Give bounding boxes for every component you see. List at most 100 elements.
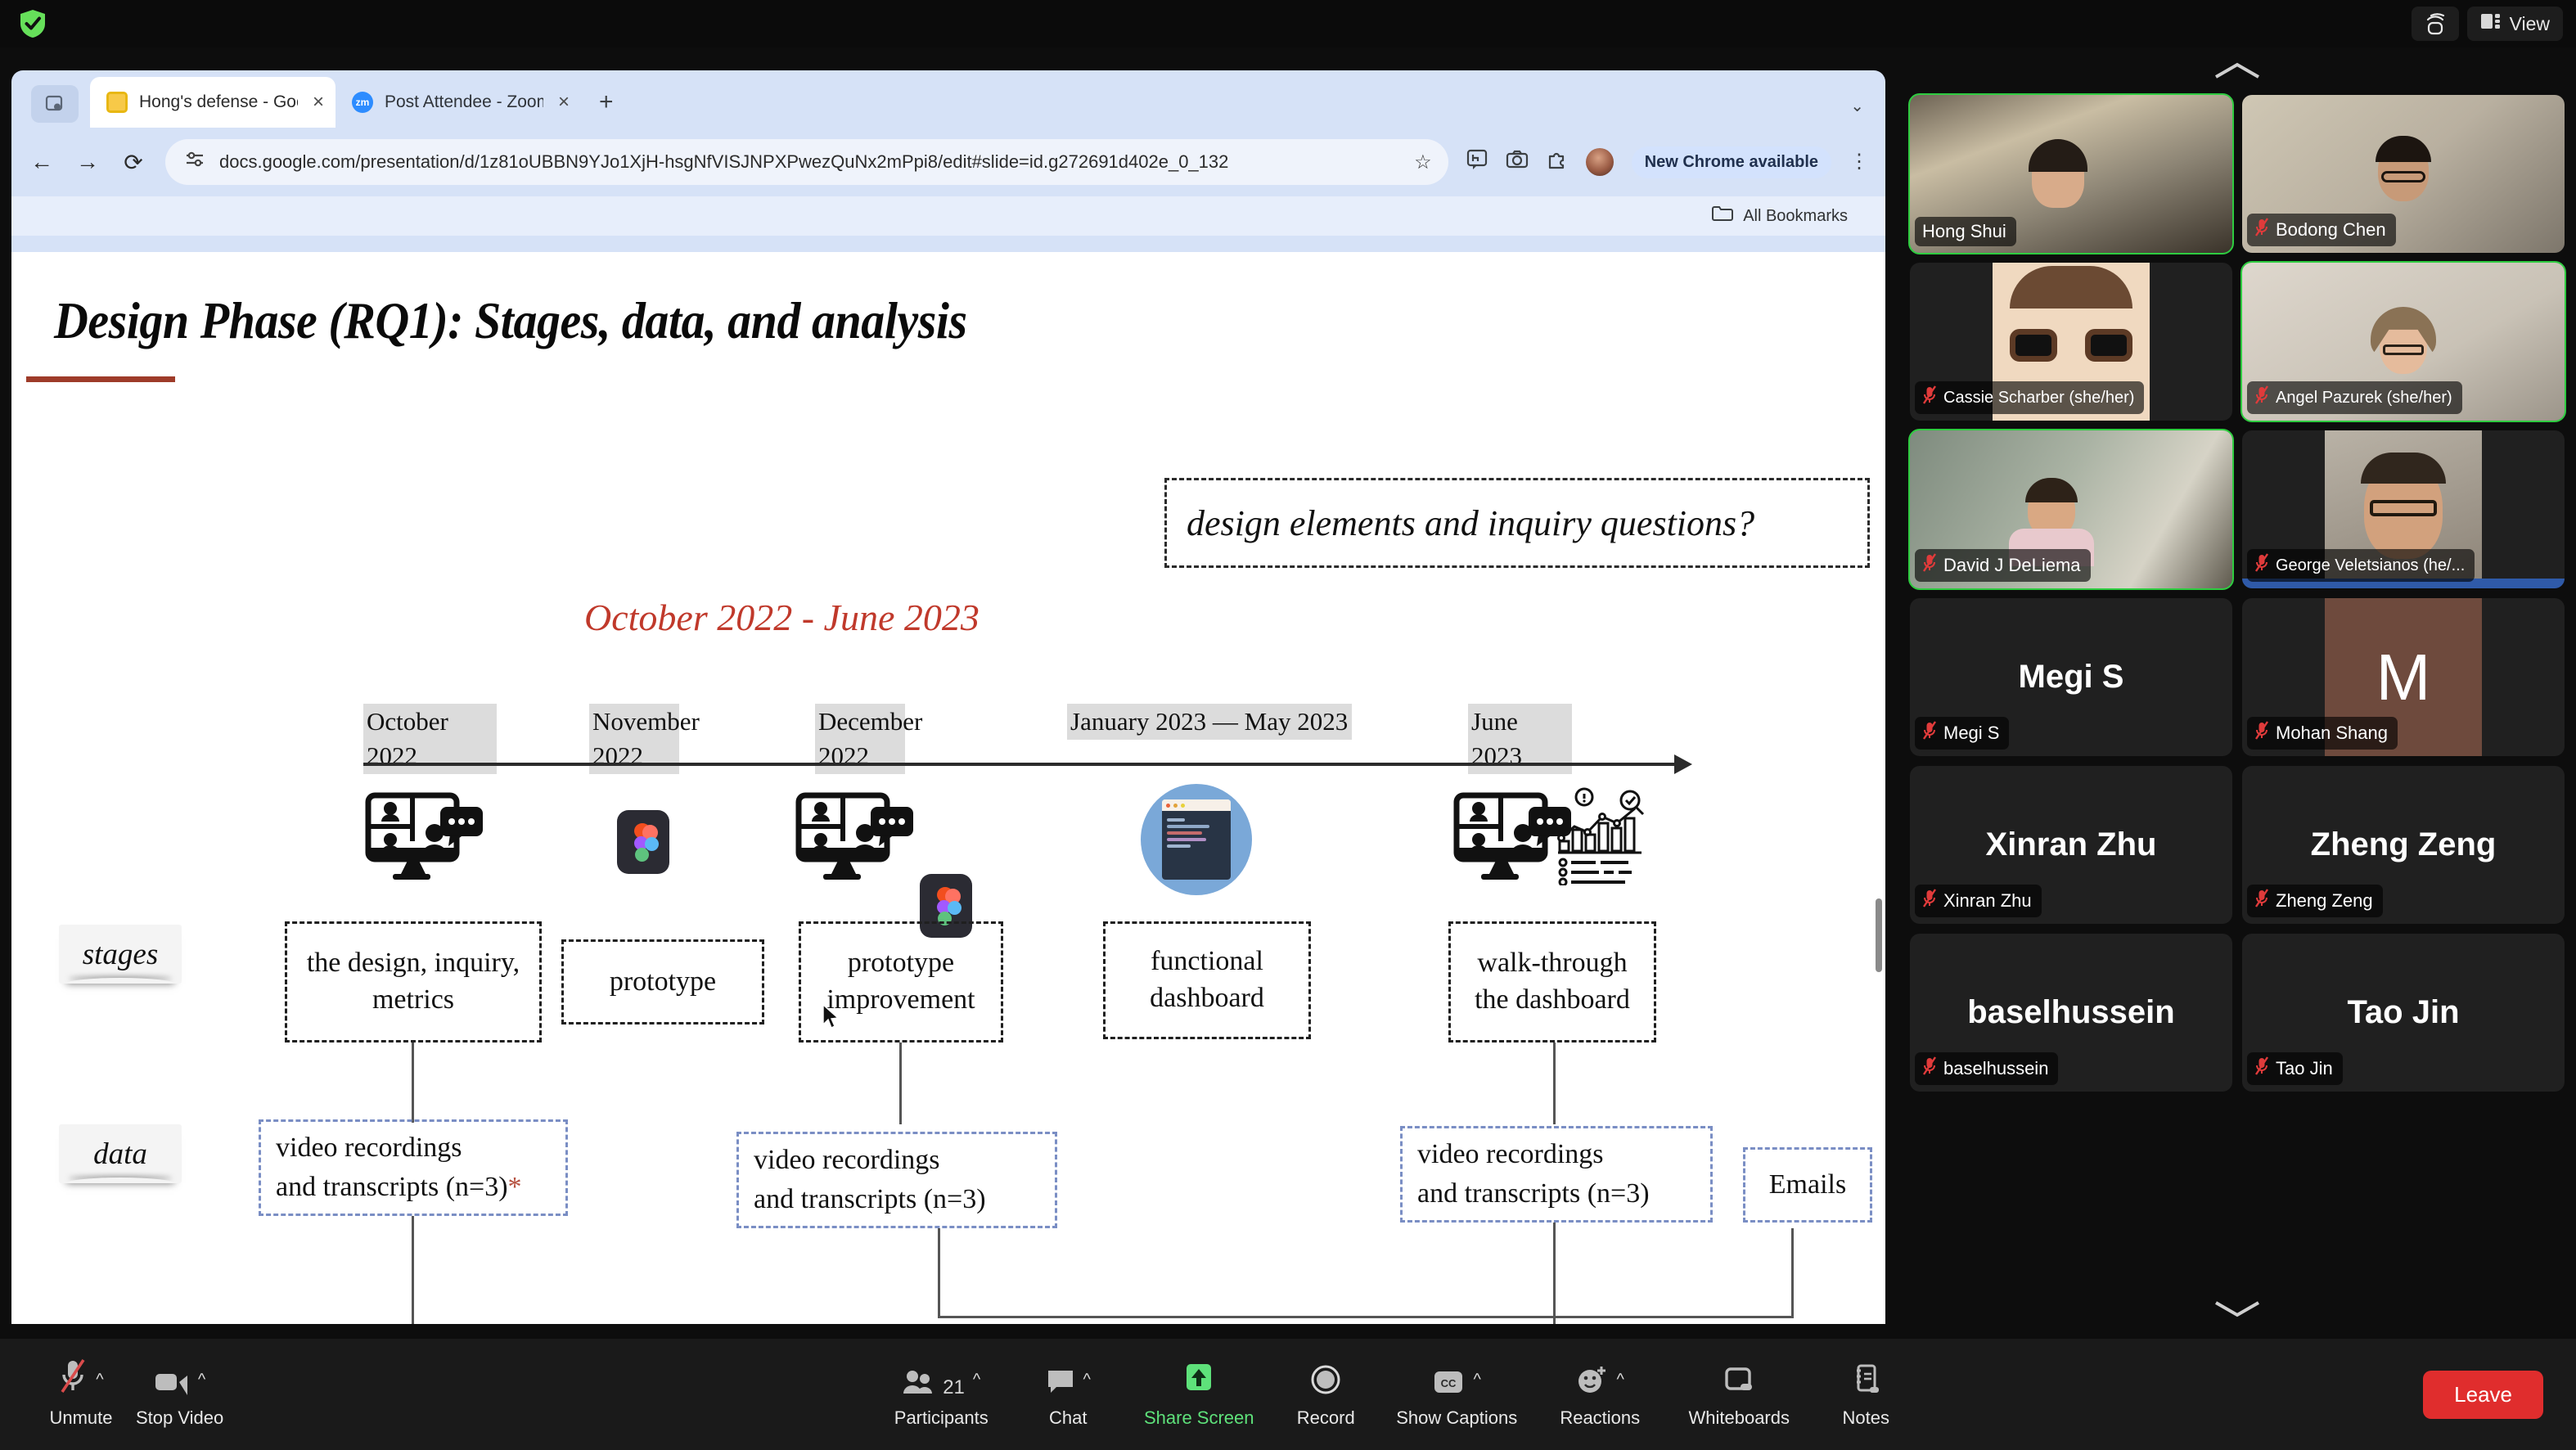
video-conference-icon xyxy=(365,792,488,885)
extensions-puzzle-icon[interactable] xyxy=(1547,149,1568,175)
tab-title-0: Hong's defense - Google Slides xyxy=(139,92,298,111)
chat-options-caret-icon[interactable]: ^ xyxy=(1083,1360,1091,1399)
url-text: docs.google.com/presentation/d/1z81oUBBN… xyxy=(219,151,1229,172)
participant-tile-1[interactable]: Bodong Chen xyxy=(2242,95,2565,253)
connector-line xyxy=(1791,1228,1794,1318)
participant-tile-6[interactable]: Megi S Megi S xyxy=(1910,598,2232,756)
unmute-button[interactable]: ^ Unmute xyxy=(36,1358,126,1429)
reactions-button[interactable]: ^ Reactions xyxy=(1534,1360,1665,1429)
zoom-top-bar: View xyxy=(0,0,2576,47)
data-box-1: video recordings and transcripts (n=3) xyxy=(736,1132,1057,1228)
participant-label-11: Tao Jin xyxy=(2276,1058,2333,1078)
tune-icon[interactable] xyxy=(185,151,205,173)
show-captions-button[interactable]: CC ^ Show Captions xyxy=(1379,1360,1534,1429)
new-tab-button[interactable]: + xyxy=(599,88,614,116)
chrome-menu-button[interactable]: ⋮ xyxy=(1849,151,1869,172)
chevron-up-icon[interactable] xyxy=(1898,47,2576,95)
record-button[interactable]: Record xyxy=(1272,1360,1379,1429)
tab-close-icon-0[interactable]: × xyxy=(313,91,324,114)
captions-options-caret-icon[interactable]: ^ xyxy=(1474,1360,1481,1399)
data-box-line2-2: and transcripts (n=3) xyxy=(1417,1178,1650,1209)
hypothesis-icon[interactable] xyxy=(1466,149,1488,175)
browser-tab-1[interactable]: zm Post Attendee - Zoom × xyxy=(336,77,581,128)
participant-tile-5[interactable]: George Veletsianos (he/... xyxy=(2242,430,2565,588)
stop-video-button[interactable]: ^ Stop Video xyxy=(126,1360,233,1429)
participant-initial-7: M xyxy=(2376,640,2431,714)
mic-off-icon xyxy=(2254,1056,2269,1081)
shield-check-icon[interactable] xyxy=(15,6,51,42)
whiteboards-button[interactable]: Whiteboards xyxy=(1665,1360,1813,1429)
participant-tile-0[interactable]: Hong Shui xyxy=(1908,93,2234,254)
participant-label-6: Megi S xyxy=(1943,723,2000,743)
mic-off-icon xyxy=(1922,553,1937,578)
chrome-toolbar: ← → ⟳ docs.google.com/presentation/d/1z8… xyxy=(11,128,1885,196)
reload-button[interactable]: ⟳ xyxy=(119,149,147,176)
mic-off-icon xyxy=(1922,385,1937,410)
stage-box-label-3: functional dashboard xyxy=(1150,946,1264,1013)
stop-video-label: Stop Video xyxy=(136,1407,224,1428)
mic-off-icon xyxy=(2254,889,2269,913)
all-bookmarks-label[interactable]: All Bookmarks xyxy=(1743,207,1848,226)
analytics-chart-icon xyxy=(1556,787,1648,889)
tab-close-icon-1[interactable]: × xyxy=(558,91,570,114)
video-options-caret-icon[interactable]: ^ xyxy=(198,1360,205,1399)
participant-tile-8[interactable]: Xinran Zhu Xinran Zhu xyxy=(1910,766,2232,924)
browser-tab-0[interactable]: Hong's defense - Google Slides × xyxy=(90,77,336,128)
reactions-options-caret-icon[interactable]: ^ xyxy=(1617,1360,1624,1399)
bookmark-star-icon[interactable]: ☆ xyxy=(1414,151,1432,174)
chat-bubble-icon xyxy=(1046,1367,1075,1399)
participant-name-8: Xinran Zhu xyxy=(1915,885,2042,917)
screenshot-camera-icon[interactable] xyxy=(1506,150,1529,174)
participant-tile-4[interactable]: David J DeLiema xyxy=(1908,429,2234,590)
connector-line xyxy=(1553,1223,1556,1324)
participant-tile-3[interactable]: Angel Pazurek (she/her) xyxy=(2240,261,2566,422)
tab-list-chevron-icon[interactable]: ⌄ xyxy=(1850,96,1864,116)
participant-label-4: David J DeLiema xyxy=(1943,555,2081,575)
video-on-icon xyxy=(154,1369,190,1399)
participants-icon xyxy=(902,1369,934,1399)
participant-label-7: Mohan Shang xyxy=(2276,723,2388,743)
notes-label: Notes xyxy=(1842,1407,1889,1428)
audio-options-caret-icon[interactable]: ^ xyxy=(96,1360,103,1399)
participant-name-7: Mohan Shang xyxy=(2247,717,2398,750)
unmute-label: Unmute xyxy=(49,1407,113,1428)
participant-tile-9[interactable]: Zheng Zeng Zheng Zeng xyxy=(2242,766,2565,924)
google-slides-canvas[interactable]: Design Phase (RQ1): Stages, data, and an… xyxy=(11,252,1885,1324)
tab-search-icon[interactable] xyxy=(31,85,79,123)
slide-scrollbar[interactable] xyxy=(1876,898,1882,972)
stage-box-0: the design, inquiry, metrics xyxy=(285,921,542,1042)
profile-avatar[interactable] xyxy=(1585,148,1614,176)
share-screen-button[interactable]: Share Screen xyxy=(1125,1360,1272,1429)
chrome-browser-window: Hong's defense - Google Slides × zm Post… xyxy=(11,70,1885,252)
participant-label-8: Xinran Zhu xyxy=(1943,890,2032,911)
show-captions-label: Show Captions xyxy=(1396,1407,1518,1428)
forward-button[interactable]: → xyxy=(74,149,101,175)
record-label: Record xyxy=(1296,1407,1355,1428)
reactions-label: Reactions xyxy=(1560,1407,1641,1428)
reactions-icon xyxy=(1576,1364,1609,1399)
wifi-lock-icon[interactable] xyxy=(2411,7,2459,41)
data-box-line1-3: Emails xyxy=(1768,1169,1847,1200)
participant-name-11: Tao Jin xyxy=(2247,1052,2343,1085)
share-screen-label: Share Screen xyxy=(1143,1407,1254,1428)
row-label-stages: stages xyxy=(59,925,182,984)
back-button[interactable]: ← xyxy=(28,149,56,175)
participant-tile-11[interactable]: Tao Jin Tao Jin xyxy=(2242,934,2565,1092)
leave-button[interactable]: Leave xyxy=(2423,1370,2543,1419)
chevron-down-icon[interactable] xyxy=(1898,1285,2576,1332)
slides-icon xyxy=(106,92,128,113)
notes-button[interactable]: Notes xyxy=(1813,1360,1919,1429)
participant-tile-2[interactable]: Cassie Scharber (she/her) xyxy=(1910,263,2232,421)
participant-tile-10[interactable]: baselhussein baselhussein xyxy=(1910,934,2232,1092)
mic-off-icon xyxy=(2254,721,2269,745)
participants-button[interactable]: 21 ^ Participants xyxy=(871,1360,1011,1429)
participant-tile-7[interactable]: M Mohan Shang xyxy=(2242,598,2565,756)
slide-title: Design Phase (RQ1): Stages, data, and an… xyxy=(54,292,967,349)
view-button[interactable]: View xyxy=(2466,7,2563,41)
whiteboard-icon xyxy=(1723,1367,1754,1399)
chat-button[interactable]: ^ Chat xyxy=(1011,1360,1125,1429)
chrome-update-pill[interactable]: New Chrome available xyxy=(1631,146,1831,178)
address-bar[interactable]: docs.google.com/presentation/d/1z81oUBBN… xyxy=(165,139,1448,185)
mic-off-icon xyxy=(58,1358,88,1399)
participants-options-caret-icon[interactable]: ^ xyxy=(973,1360,980,1399)
